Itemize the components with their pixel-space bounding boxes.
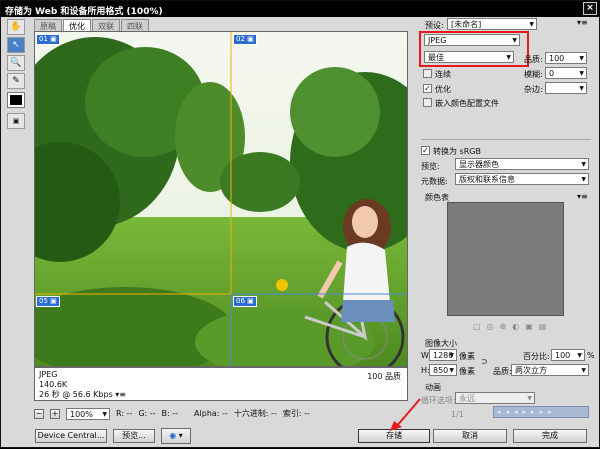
image-size-label: 图像大小 — [425, 339, 457, 348]
slice-06-label: 06 — [236, 297, 245, 305]
metadata-label: 元数据: — [421, 177, 448, 186]
info-quality: 100 品质 — [367, 372, 401, 381]
info-menu-icon[interactable]: ▾≡ — [115, 390, 126, 399]
optimization-info: JPEG 140.6K 26 秒 @ 56.6 Kbps ▾≡ 100 品质 — [34, 367, 408, 401]
eyedropper-color-swatch[interactable] — [7, 92, 25, 108]
percent-unit: % — [587, 351, 595, 360]
index-readout: 索引: -- — [282, 409, 310, 418]
info-format: JPEG — [39, 370, 58, 379]
tab-original[interactable]: 原稿 — [34, 19, 62, 31]
width-unit: 像素 — [459, 352, 475, 361]
browser-select-button[interactable]: ◉ ▾ — [161, 428, 191, 444]
blur-label: 模糊: — [524, 70, 543, 79]
preset-label: 预设: — [425, 21, 444, 30]
optimize-menu-icon[interactable]: ▾≡ — [577, 18, 588, 27]
close-icon[interactable]: × — [583, 2, 597, 15]
percent-value: 100 — [555, 351, 571, 360]
image-preview[interactable]: 01 ▣ 02 ▣ 05 ▣ 06 ▣ — [34, 31, 408, 367]
matte-select[interactable] — [545, 82, 587, 94]
animation-label: 动画 — [425, 383, 441, 392]
alpha-readout: Alpha: -- — [194, 409, 228, 418]
preset-select[interactable]: [未命名] — [447, 18, 537, 30]
g-readout: G: -- — [138, 409, 156, 418]
zoom-in-button[interactable]: + — [50, 408, 60, 419]
tab-2up[interactable]: 双联 — [92, 19, 120, 31]
convert-srgb-checkbox[interactable]: ✓ — [421, 146, 430, 155]
progressive-label: 连续 — [435, 70, 451, 79]
matte-label: 杂边: — [524, 85, 543, 94]
r-readout: R: -- — [116, 409, 133, 418]
done-button[interactable]: 完成 — [513, 429, 587, 443]
eyedropper-icon[interactable]: ✎ — [7, 73, 25, 89]
hex-readout: 十六进制: -- — [233, 409, 277, 418]
slice-01-tag[interactable]: 01 ▣ — [36, 34, 60, 45]
progressive-checkbox[interactable] — [423, 69, 432, 78]
optimized-label: 优化 — [435, 85, 451, 94]
toggle-slices-visibility-icon[interactable]: ▣ — [7, 113, 25, 129]
zoom-icon[interactable]: 🔍 — [7, 55, 25, 71]
color-table-label: 颜色表 — [425, 193, 449, 202]
color-table[interactable] — [447, 202, 564, 316]
height-value: 850 — [433, 366, 449, 375]
info-size: 140.6K — [39, 380, 68, 389]
preview-photo — [35, 32, 407, 366]
slice-06-tag[interactable]: 06 ▣ — [233, 296, 257, 307]
color-table-tools-icon[interactable]: ▢◎⊕◐▣▤ — [473, 322, 552, 331]
preview-select[interactable]: 显示器颜色 — [455, 158, 589, 170]
color-table-menu-icon[interactable]: ▾≡ — [577, 192, 588, 201]
preview-button[interactable]: 预览... — [113, 429, 155, 443]
width-value: 1280 — [433, 351, 454, 360]
height-unit: 像素 — [459, 367, 475, 376]
width-input[interactable]: 1280 — [429, 349, 457, 361]
divider — [421, 139, 591, 140]
loop-label: 循环选项: — [421, 396, 456, 405]
dialog-title: 存储为 Web 和设备所用格式 (100%) × — [1, 1, 600, 17]
highlight-box — [419, 31, 529, 67]
quality-input[interactable]: 100 — [545, 52, 587, 64]
button-bar: Device Central... 预览... ◉ ▾ 存储 取消 完成 — [1, 425, 600, 449]
b-readout: B: -- — [161, 409, 179, 418]
convert-srgb-label: 转换为 sRGB — [433, 147, 481, 156]
tab-optimized[interactable]: 优化 — [63, 19, 91, 31]
status-bar: − + 100% R: -- G: -- B: -- Alpha: -- 十六进… — [34, 407, 408, 420]
hand-icon[interactable]: ✋ — [7, 19, 25, 35]
view-tabs: 原稿 优化 双联 四联 — [34, 19, 150, 31]
device-central-button[interactable]: Device Central... — [35, 429, 107, 443]
cancel-button[interactable]: 取消 — [433, 429, 507, 443]
frame-counter: 1/1 — [451, 410, 464, 419]
save-for-web-dialog: 存储为 Web 和设备所用格式 (100%) × ✋ ↖ 🔍 ✎ ▣ 原稿 优化… — [0, 0, 600, 448]
zoom-out-button[interactable]: − — [34, 408, 44, 419]
slice-02-label: 02 — [236, 35, 245, 43]
optimized-checkbox[interactable]: ✓ — [423, 84, 432, 93]
resample-select[interactable]: 两次立方 — [511, 364, 589, 376]
zoom-select[interactable]: 100% — [66, 407, 110, 420]
slice-05-label: 05 — [39, 297, 48, 305]
red-arrow-annotation — [390, 398, 421, 431]
slice-select-icon[interactable]: ↖ — [7, 37, 25, 53]
quality-label: 品质: — [524, 55, 543, 64]
resample-label: 品质: — [493, 367, 512, 376]
percent-label: 百分比: — [523, 352, 550, 361]
percent-input[interactable]: 100 — [551, 349, 585, 361]
metadata-select[interactable]: 版权和联系信息 — [455, 173, 589, 185]
slice-02-tag[interactable]: 02 ▣ — [233, 34, 257, 45]
loop-select[interactable]: 永远 — [455, 392, 535, 404]
window-title: 存储为 Web 和设备所用格式 (100%) — [5, 7, 163, 17]
info-download-time: 26 秒 @ 56.6 Kbps ▾≡ — [39, 390, 403, 400]
height-input[interactable]: 850 — [429, 364, 457, 376]
preview-label: 预览: — [421, 162, 440, 171]
blur-input[interactable]: 0 — [545, 67, 587, 79]
animation-controls[interactable]: ◂◂◂▸▸▸▸ — [493, 406, 589, 418]
browser-icon: ◉ — [169, 431, 177, 440]
tab-4up[interactable]: 四联 — [121, 19, 149, 31]
slice-05-tag[interactable]: 05 ▣ — [36, 296, 60, 307]
constrain-link-icon[interactable]: ⊃ — [481, 357, 488, 366]
embed-profile-checkbox[interactable] — [423, 98, 432, 107]
slice-01-label: 01 — [39, 35, 48, 43]
tool-panel: ✋ ↖ 🔍 ✎ ▣ — [7, 19, 27, 129]
info-time: 26 秒 @ 56.6 Kbps — [39, 390, 113, 399]
embed-profile-label: 嵌入颜色配置文件 — [435, 99, 499, 108]
